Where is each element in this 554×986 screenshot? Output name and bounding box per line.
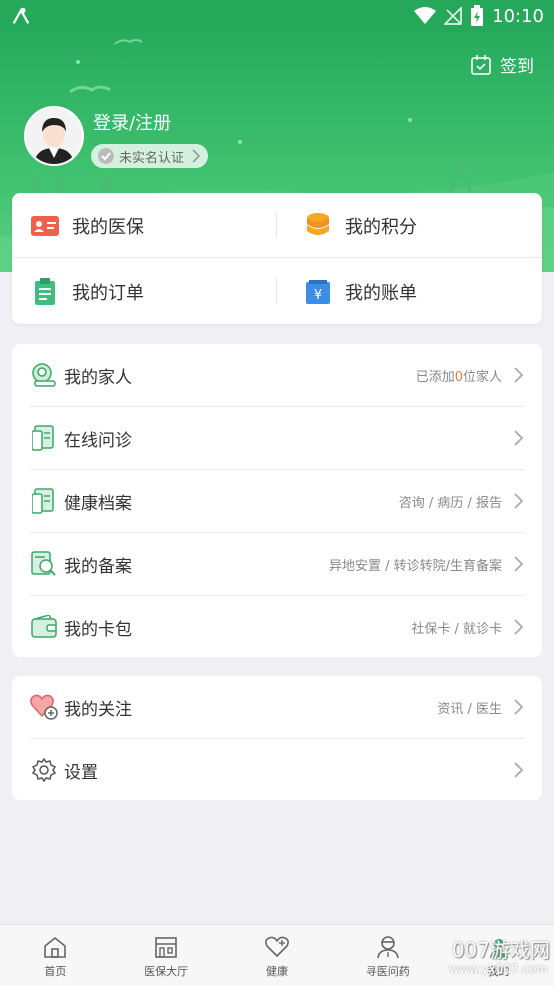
list-sub: 异地安置 / 转诊转院/生育备案 xyxy=(328,558,502,574)
chevron-right-icon xyxy=(514,367,524,383)
my-bills-button[interactable]: ¥ 我的账单 xyxy=(303,259,554,324)
list-label: 健康档案 xyxy=(64,493,132,514)
list-item-online-consult[interactable]: 在线问诊 xyxy=(30,407,524,469)
status-bar: 10:10 xyxy=(0,0,554,32)
my-points-button[interactable]: 我的积分 xyxy=(303,193,554,258)
heart-plus-icon xyxy=(30,693,58,721)
heart-icon xyxy=(264,934,290,960)
list-sub: 资讯 / 医生 xyxy=(437,701,502,717)
battery-icon xyxy=(471,5,484,26)
status-time: 10:10 xyxy=(492,5,544,27)
app-notification-icon xyxy=(12,7,30,24)
tab-label: 医保大厅 xyxy=(144,964,189,978)
bill-icon: ¥ xyxy=(303,277,333,307)
chevron-right-icon xyxy=(514,430,524,446)
login-register-link[interactable]: 登录/注册 xyxy=(93,109,171,135)
verify-status-badge[interactable]: 未实名认证 xyxy=(91,144,209,168)
family-count-text: 已添加0位家人 xyxy=(415,369,502,385)
grid-row-divider xyxy=(12,257,542,258)
my-orders-button[interactable]: 我的订单 xyxy=(30,259,295,324)
grid-label: 我的订单 xyxy=(72,282,144,304)
signal-icon xyxy=(444,7,462,25)
quick-access-card: 我的医保 我的积分 我的订单 ¥ 我的账单 xyxy=(12,193,542,324)
chevron-right-icon xyxy=(514,556,524,572)
avatar[interactable] xyxy=(24,106,84,166)
grid-divider xyxy=(276,212,277,238)
settings-list-card: 我的关注 资讯 / 医生 设置 xyxy=(12,676,542,800)
chevron-right-icon xyxy=(514,493,524,509)
wifi-icon xyxy=(414,7,437,24)
list-label: 我的家人 xyxy=(64,367,132,388)
watermark-logo: 007游戏网 xyxy=(451,938,550,962)
list-label: 我的卡包 xyxy=(64,619,132,640)
wallet-icon xyxy=(30,613,58,641)
list-sub: 社保卡 / 就诊卡 xyxy=(411,621,502,637)
grid-label: 我的账单 xyxy=(345,282,417,304)
list-label: 我的备案 xyxy=(64,556,132,577)
list-item-my-filing[interactable]: 我的备案 异地安置 / 转诊转院/生育备案 xyxy=(30,533,524,595)
coins-icon xyxy=(303,211,333,241)
my-insurance-button[interactable]: 我的医保 xyxy=(30,193,295,258)
list-item-settings[interactable]: 设置 xyxy=(30,739,524,801)
chevron-right-icon xyxy=(514,619,524,635)
signin-button[interactable]: 签到 xyxy=(470,52,534,77)
family-icon xyxy=(30,361,58,389)
tab-label: 首页 xyxy=(44,964,67,978)
filing-search-icon xyxy=(30,550,58,578)
list-label: 我的关注 xyxy=(64,699,132,720)
tab-label: 健康 xyxy=(265,964,288,978)
list-label: 在线问诊 xyxy=(64,430,132,451)
calendar-check-icon xyxy=(471,54,491,75)
services-list-card: 我的家人 已添加0位家人 在线问诊 健康档案 咨询 / 病历 / 报告 我的备案… xyxy=(12,344,542,657)
svg-text:¥: ¥ xyxy=(314,288,322,303)
chevron-right-icon xyxy=(514,699,524,715)
health-record-icon xyxy=(30,487,58,515)
grid-label: 我的积分 xyxy=(345,216,417,238)
doctor-icon xyxy=(375,934,401,960)
family-count: 0 xyxy=(454,369,463,385)
list-item-my-family[interactable]: 我的家人 已添加0位家人 xyxy=(30,344,524,406)
medical-card-icon xyxy=(30,211,60,241)
consult-doc-icon xyxy=(30,424,58,452)
list-item-card-wallet[interactable]: 我的卡包 社保卡 / 就诊卡 xyxy=(30,596,524,658)
chevron-right-icon xyxy=(192,149,201,163)
list-item-my-follows[interactable]: 我的关注 资讯 / 医生 xyxy=(30,676,524,738)
tab-find-doctor[interactable]: 寻医问药 xyxy=(332,925,443,986)
grid-label: 我的医保 xyxy=(72,216,144,238)
tab-label: 寻医问药 xyxy=(365,964,410,978)
clipboard-icon xyxy=(30,277,60,307)
tab-health[interactable]: 健康 xyxy=(222,925,333,986)
tab-home[interactable]: 首页 xyxy=(0,925,111,986)
gear-icon xyxy=(30,756,58,784)
list-sub: 咨询 / 病历 / 报告 xyxy=(398,495,502,511)
default-avatar-icon xyxy=(26,108,82,164)
list-label: 设置 xyxy=(64,762,98,783)
home-icon xyxy=(42,934,68,960)
chevron-right-icon xyxy=(514,762,524,778)
watermark-url: www.yx007.com xyxy=(449,962,548,976)
signin-label: 签到 xyxy=(500,57,534,77)
tab-insurance-hall[interactable]: 医保大厅 xyxy=(111,925,222,986)
list-item-health-records[interactable]: 健康档案 咨询 / 病历 / 报告 xyxy=(30,470,524,532)
verified-check-icon xyxy=(98,148,114,164)
grid-divider xyxy=(276,278,277,304)
hall-icon xyxy=(153,934,179,960)
verify-label: 未实名认证 xyxy=(119,150,185,166)
